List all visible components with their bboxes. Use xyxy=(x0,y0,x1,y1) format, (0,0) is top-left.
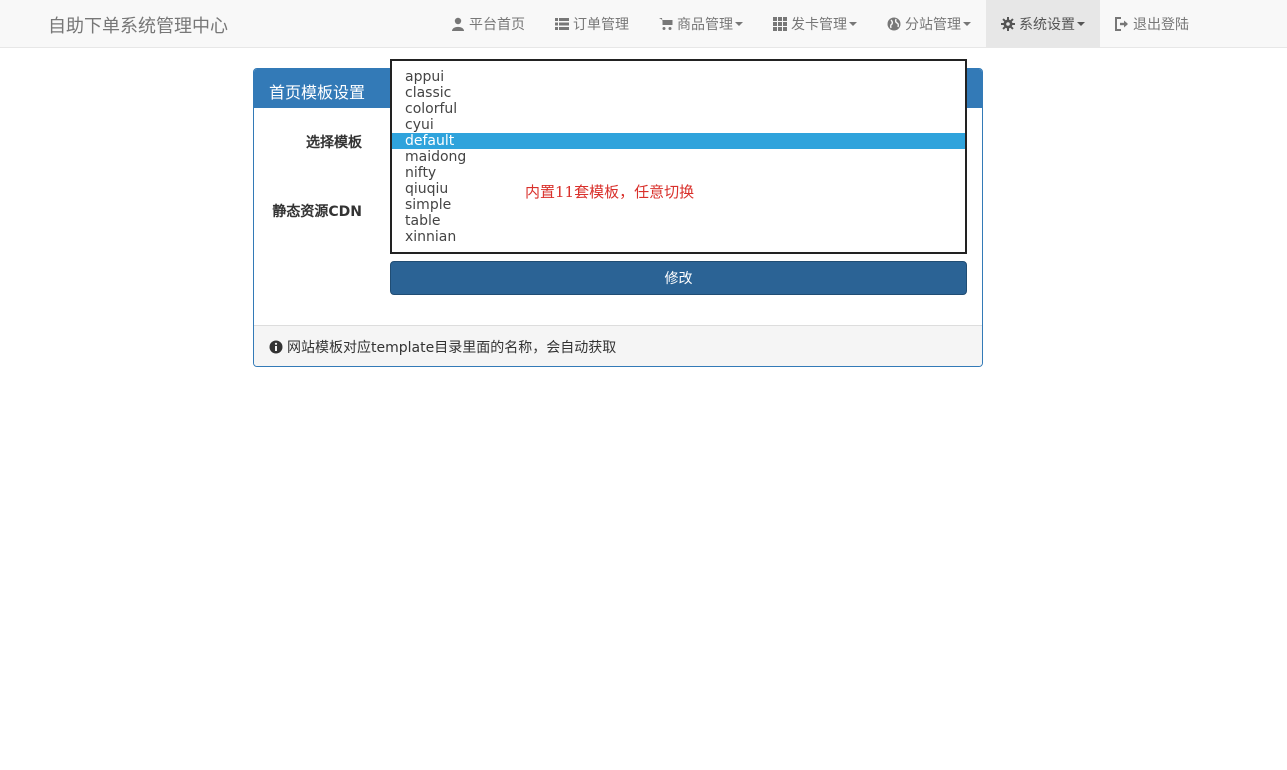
caret-down-icon xyxy=(735,22,743,26)
nav-item-substations[interactable]: 分站管理 xyxy=(872,0,986,48)
cart-icon xyxy=(659,18,673,30)
nav-label: 发卡管理 xyxy=(791,17,847,33)
nav-label: 平台首页 xyxy=(469,17,525,33)
cdn-label: 静态资源CDN xyxy=(272,204,362,220)
nav-item-logout[interactable]: 退出登陆 xyxy=(1100,0,1204,48)
globe-icon xyxy=(887,17,901,31)
grid-icon xyxy=(773,17,787,31)
panel-footer: 网站模板对应template目录里面的名称，会自动获取 xyxy=(254,325,982,366)
top-navbar: 自助下单系统管理中心 平台首页 订单管理 商品管理 发卡管理 分站管理 系统设置 xyxy=(0,0,1287,48)
template-option[interactable]: colorful xyxy=(392,101,965,117)
info-icon xyxy=(269,340,283,353)
user-icon xyxy=(452,17,464,31)
nav-label: 商品管理 xyxy=(677,17,733,33)
caret-down-icon xyxy=(1077,22,1085,26)
template-option[interactable]: appui xyxy=(392,69,965,85)
template-option[interactable]: nifty xyxy=(392,165,965,181)
nav-item-orders[interactable]: 订单管理 xyxy=(540,0,644,48)
nav-item-settings[interactable]: 系统设置 xyxy=(986,0,1100,48)
nav-item-products[interactable]: 商品管理 xyxy=(644,0,758,48)
footer-note: 网站模板对应template目录里面的名称，会自动获取 xyxy=(287,339,617,356)
submit-button[interactable]: 修改 xyxy=(390,261,967,295)
logout-icon xyxy=(1115,17,1128,31)
list-icon xyxy=(555,18,569,30)
template-option[interactable]: xinnian xyxy=(392,229,965,245)
nav-item-home[interactable]: 平台首页 xyxy=(436,0,540,48)
template-option[interactable]: classic xyxy=(392,85,965,101)
gear-icon xyxy=(1001,17,1015,31)
template-option[interactable]: cyui xyxy=(392,117,965,133)
nav-label: 退出登陆 xyxy=(1133,17,1189,33)
caret-down-icon xyxy=(849,22,857,26)
brand-title[interactable]: 自助下单系统管理中心 xyxy=(48,12,228,38)
template-option[interactable]: table xyxy=(392,213,965,229)
nav-item-cards[interactable]: 发卡管理 xyxy=(758,0,872,48)
nav-menu: 平台首页 订单管理 商品管理 发卡管理 分站管理 系统设置 退出登陆 xyxy=(436,0,1204,48)
template-option[interactable]: default xyxy=(392,133,965,149)
nav-label: 系统设置 xyxy=(1019,17,1075,33)
template-select-dropdown[interactable]: appui classic colorful cyui default maidong ni… xyxy=(390,59,967,254)
nav-label: 分站管理 xyxy=(905,17,961,33)
nav-label: 订单管理 xyxy=(573,17,629,33)
template-option[interactable]: maidong xyxy=(392,149,965,165)
caret-down-icon xyxy=(963,22,971,26)
template-select-label: 选择模板 xyxy=(306,135,362,151)
annotation-text: 内置11套模板，任意切换 xyxy=(525,183,695,201)
